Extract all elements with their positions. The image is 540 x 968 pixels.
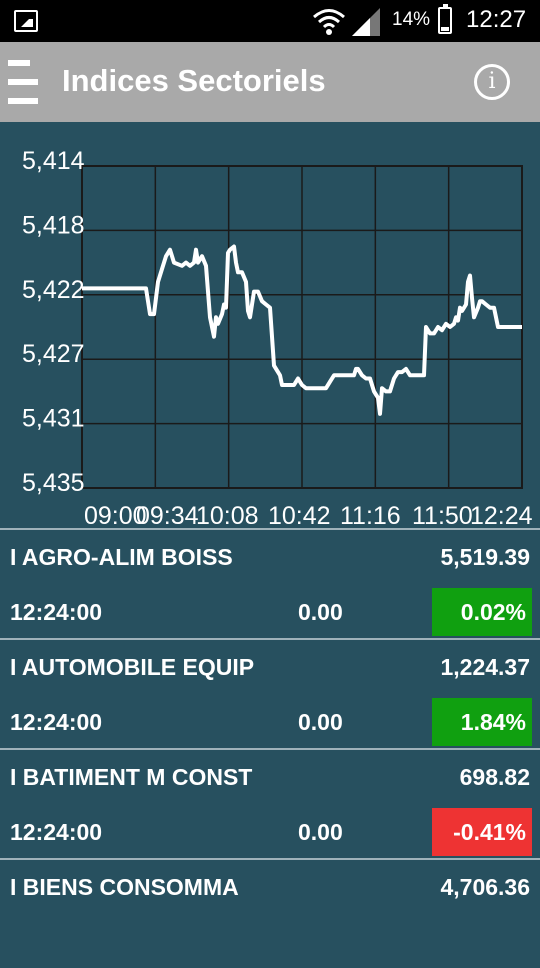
index-name: I AGRO-ALIM BOISS: [10, 544, 233, 570]
index-change: 0.00: [298, 599, 343, 625]
chart-svg: 5,4145,4185,4225,4275,4315,43509:0009:34…: [22, 147, 533, 528]
index-chart: 5,414 5,418 5,422 5,427 5,431 5,435 09:00 09:34…: [0, 122, 540, 528]
x-tick-label: 09:34: [136, 502, 199, 528]
x-tick-label: 10:42: [268, 502, 331, 528]
x-tick-label: 11:50: [412, 502, 473, 528]
index-name: I BATIMENT M CONST: [10, 764, 253, 790]
index-time: 12:24:00: [10, 709, 103, 735]
app-bar: Indices Sectoriels i: [0, 42, 540, 122]
index-time: 12:24:00: [10, 819, 103, 845]
y-tick-label: 5,418: [22, 211, 85, 239]
x-tick-label: 11:16: [340, 502, 401, 528]
index-value: 5,519.39: [440, 544, 530, 570]
list-item[interactable]: I BATIMENT M CONST 698.82 12:24:00 0.00 -0.4…: [0, 748, 540, 858]
signal-icon: [352, 8, 380, 36]
list-item[interactable]: I AGRO-ALIM BOISS 5,519.39 12:24:00 0.00 0.0…: [0, 528, 540, 638]
info-icon[interactable]: i: [474, 64, 510, 100]
x-tick-label: 12:24: [470, 502, 533, 528]
index-list: I AGRO-ALIM BOISS 5,519.39 12:24:00 0.00 0.0…: [0, 528, 540, 968]
menu-icon[interactable]: [8, 60, 38, 104]
index-pct-badge: 1.84%: [432, 698, 532, 746]
page-title: Indices Sectoriels: [62, 63, 326, 98]
gallery-icon: [14, 10, 38, 32]
index-pct-badge: 0.02%: [432, 588, 532, 636]
clock: 12:27: [466, 6, 527, 33]
y-tick-label: 5,435: [22, 469, 85, 497]
y-tick-label: 5,414: [22, 147, 85, 175]
battery-percent: 14%: [392, 9, 431, 30]
y-tick-label: 5,422: [22, 276, 85, 304]
index-change: 0.00: [298, 819, 343, 845]
index-pct-badge: -0.41%: [432, 808, 532, 856]
y-tick-label: 5,427: [22, 340, 85, 368]
index-value: 698.82: [459, 764, 530, 790]
y-tick-label: 5,431: [22, 405, 85, 433]
index-time: 12:24:00: [10, 599, 103, 625]
index-name: I AUTOMOBILE EQUIP: [10, 654, 255, 680]
wifi-icon: [313, 9, 345, 35]
index-name: I BIENS CONSOMMA: [10, 874, 239, 900]
x-tick-label: 10:08: [196, 502, 259, 528]
index-value: 1,224.37: [440, 654, 530, 680]
index-value: 4,706.36: [440, 874, 530, 900]
battery-icon: [438, 4, 452, 34]
list-item[interactable]: I AUTOMOBILE EQUIP 1,224.37 12:24:00 0.00 1.…: [0, 638, 540, 748]
status-bar: 14% 12:27: [0, 0, 540, 42]
index-change: 0.00: [298, 709, 343, 735]
list-item[interactable]: I BIENS CONSOMMA 4,706.36: [0, 858, 540, 968]
